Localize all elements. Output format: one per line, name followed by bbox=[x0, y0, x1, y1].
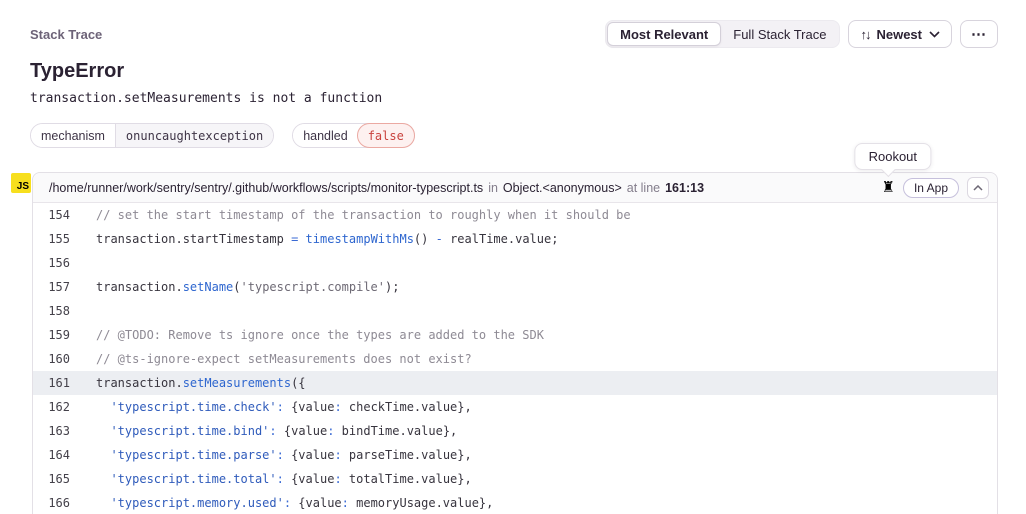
sort-button[interactable]: ↑↓ Newest bbox=[848, 20, 952, 48]
stack-frame: JS /home/runner/work/sentry/sentry/.gith… bbox=[32, 172, 998, 514]
frame-file-path: /home/runner/work/sentry/sentry/.github/… bbox=[49, 181, 483, 195]
code-line: 155transaction.startTimestamp = timestam… bbox=[33, 227, 997, 251]
code-line: 163 'typescript.time.bind': {value: bind… bbox=[33, 419, 997, 443]
code-line: 159// @TODO: Remove ts ignore once the t… bbox=[33, 323, 997, 347]
chevron-down-icon bbox=[929, 31, 940, 38]
rookout-tooltip: Rookout bbox=[855, 143, 931, 170]
rookout-action[interactable]: ♜ Rookout bbox=[882, 180, 895, 195]
tag-mechanism[interactable]: mechanism onuncaughtexception bbox=[30, 123, 274, 148]
tooltip-caret bbox=[881, 163, 895, 177]
frame-header-actions: ♜ Rookout In App bbox=[882, 177, 989, 199]
code-line: 161transaction.setMeasurements({ bbox=[33, 371, 997, 395]
tag-key: mechanism bbox=[31, 124, 115, 147]
view-toggle: Most Relevant Full Stack Trace bbox=[605, 20, 840, 48]
error-message: transaction.setMeasurements is not a fun… bbox=[30, 91, 998, 106]
sort-arrows-icon: ↑↓ bbox=[860, 27, 869, 42]
ellipsis-icon: ⋯ bbox=[971, 25, 987, 43]
sort-label: Newest bbox=[876, 27, 922, 42]
code-body: 154// set the start timestamp of the tra… bbox=[33, 203, 997, 514]
code-line: 160// @ts-ignore-expect setMeasurements … bbox=[33, 347, 997, 371]
code-line: 158 bbox=[33, 299, 997, 323]
code-line: 154// set the start timestamp of the tra… bbox=[33, 203, 997, 227]
frame-line-number: 161:13 bbox=[665, 181, 704, 195]
code-line: 156 bbox=[33, 251, 997, 275]
in-label: in bbox=[488, 181, 498, 195]
code-line: 164 'typescript.time.parse': {value: par… bbox=[33, 443, 997, 467]
in-app-badge: In App bbox=[903, 178, 959, 198]
frame-header[interactable]: /home/runner/work/sentry/sentry/.github/… bbox=[33, 173, 997, 203]
frame-location: /home/runner/work/sentry/sentry/.github/… bbox=[49, 181, 704, 195]
section-label: Stack Trace bbox=[30, 27, 102, 42]
tooltip-text: Rookout bbox=[869, 149, 917, 164]
stack-trace-page: Stack Trace Most Relevant Full Stack Tra… bbox=[0, 0, 1026, 514]
tag-key: handled bbox=[293, 124, 358, 147]
error-type-title: TypeError bbox=[30, 60, 998, 82]
tags-row: mechanism onuncaughtexception handled fa… bbox=[30, 123, 998, 148]
stack-trace-header-row: Stack Trace Most Relevant Full Stack Tra… bbox=[30, 20, 998, 48]
frame-function: Object.<anonymous> bbox=[503, 181, 622, 195]
code-line: 165 'typescript.time.total': {value: tot… bbox=[33, 467, 997, 491]
chevron-up-icon bbox=[973, 185, 983, 191]
code-line: 166 'typescript.memory.used': {value: me… bbox=[33, 491, 997, 514]
tag-value-error: false bbox=[357, 123, 415, 148]
tag-handled[interactable]: handled false bbox=[292, 123, 415, 148]
javascript-platform-icon: JS bbox=[11, 173, 31, 193]
segment-most-relevant[interactable]: Most Relevant bbox=[607, 22, 721, 46]
toolbar-actions: Most Relevant Full Stack Trace ↑↓ Newest… bbox=[605, 20, 998, 48]
more-options-button[interactable]: ⋯ bbox=[960, 20, 998, 48]
segment-full-stack-trace[interactable]: Full Stack Trace bbox=[721, 22, 838, 46]
collapse-frame-button[interactable] bbox=[967, 177, 989, 199]
tag-value: onuncaughtexception bbox=[115, 124, 273, 147]
code-line: 157transaction.setName('typescript.compi… bbox=[33, 275, 997, 299]
rookout-icon: ♜ bbox=[882, 180, 895, 195]
at-line-label: at line bbox=[627, 181, 660, 195]
code-line: 162 'typescript.time.check': {value: che… bbox=[33, 395, 997, 419]
